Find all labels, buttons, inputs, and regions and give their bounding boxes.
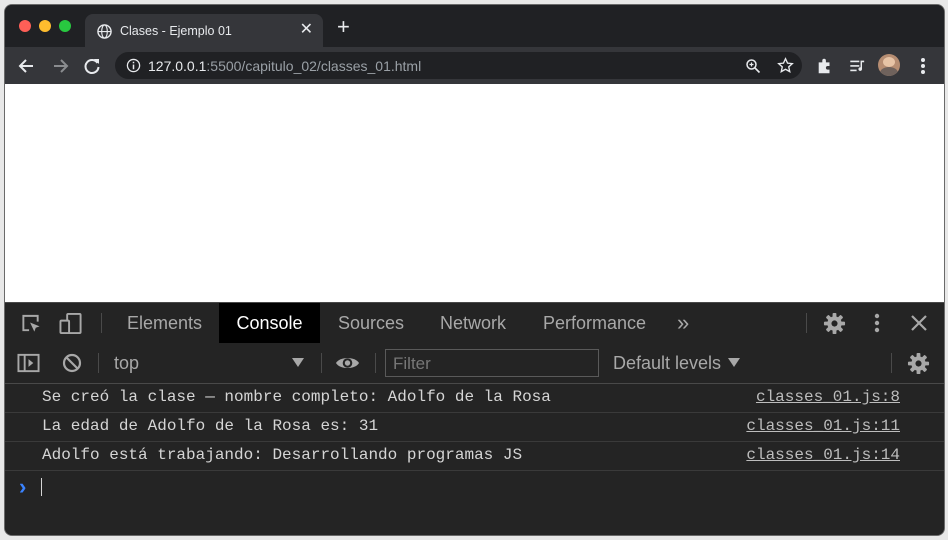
context-dropdown-icon: [292, 358, 304, 367]
bookmark-star-icon[interactable]: [777, 57, 794, 74]
console-toolbar: top Filter Default levels: [5, 343, 944, 384]
text-cursor: [41, 478, 42, 496]
console-settings-gear-icon[interactable]: [907, 352, 930, 375]
page-viewport: [5, 84, 944, 302]
inspect-element-icon[interactable]: [20, 313, 42, 334]
url-text: 127.0.0.1:5500/capitulo_02/classes_01.ht…: [148, 58, 421, 74]
close-window-button[interactable]: [19, 20, 31, 32]
url-host: 127.0.0.1: [148, 58, 207, 74]
new-tab-button[interactable]: +: [337, 16, 350, 38]
console-message-row: Se creó la clase — nombre completo: Adol…: [5, 384, 944, 413]
title-bar: Clases - Ejemplo 01 ✕ +: [5, 5, 944, 48]
kebab-menu-icon[interactable]: [920, 57, 926, 75]
tab-console[interactable]: Console: [219, 303, 320, 343]
devtools-menu-icon[interactable]: [874, 313, 880, 333]
levels-dropdown-icon: [728, 358, 740, 367]
device-toolbar-icon[interactable]: [59, 312, 83, 335]
context-label: top: [114, 353, 140, 373]
console-message-text: Se creó la clase — nombre completo: Adol…: [42, 388, 551, 406]
console-message-text: Adolfo está trabajando: Desarrollando pr…: [42, 446, 523, 464]
clear-console-icon[interactable]: [62, 353, 82, 373]
console-message-row: La edad de Adolfo de la Rosa es: 31 clas…: [5, 413, 944, 442]
console-message-text: La edad de Adolfo de la Rosa es: 31: [42, 417, 379, 435]
source-link[interactable]: classes_01.js:14: [746, 446, 900, 464]
context-selector[interactable]: top: [109, 343, 313, 383]
toolbar-divider: [891, 353, 892, 373]
zoom-icon[interactable]: [745, 58, 761, 74]
close-tab-icon[interactable]: ✕: [300, 21, 313, 39]
source-link[interactable]: classes_01.js:8: [756, 388, 900, 406]
globe-icon: [97, 24, 112, 39]
close-devtools-icon[interactable]: [910, 314, 928, 332]
show-sidebar-icon[interactable]: [17, 353, 40, 373]
more-tabs-icon[interactable]: »: [677, 303, 689, 343]
settings-gear-icon[interactable]: [823, 312, 846, 335]
devtools-tab-bar: Elements Console Sources Network Perform…: [5, 302, 944, 344]
log-levels-label: Default levels: [613, 353, 722, 373]
log-levels-dropdown[interactable]: Default levels: [608, 343, 748, 383]
prompt-chevron-icon: ›: [19, 474, 27, 499]
console-message-row: Adolfo está trabajando: Desarrollando pr…: [5, 442, 944, 471]
browser-toolbar: 127.0.0.1:5500/capitulo_02/classes_01.ht…: [5, 47, 944, 84]
tab-sources[interactable]: Sources: [338, 303, 404, 343]
profile-avatar[interactable]: [878, 54, 900, 76]
tab-network[interactable]: Network: [440, 303, 506, 343]
extensions-puzzle-icon[interactable]: [816, 57, 834, 75]
source-link[interactable]: classes_01.js:11: [746, 417, 900, 435]
console-output: Se creó la clase — nombre completo: Adol…: [5, 384, 944, 535]
browser-window: Clases - Ejemplo 01 ✕ + 127.0.0.1:5500/c…: [5, 5, 944, 535]
toolbar-divider: [375, 353, 376, 373]
tab-elements[interactable]: Elements: [127, 303, 202, 343]
forward-arrow-icon[interactable]: [50, 56, 70, 76]
reload-icon[interactable]: [82, 56, 102, 76]
tab-performance[interactable]: Performance: [543, 303, 646, 343]
tab-title: Clases - Ejemplo 01: [120, 24, 232, 38]
live-expression-eye-icon[interactable]: [335, 354, 360, 372]
media-queue-icon[interactable]: [848, 57, 867, 75]
toolbar-divider: [101, 313, 102, 333]
toolbar-divider: [98, 353, 99, 373]
minimize-window-button[interactable]: [39, 20, 51, 32]
toolbar-divider: [321, 353, 322, 373]
info-icon[interactable]: [126, 58, 141, 73]
filter-placeholder: Filter: [393, 354, 431, 373]
filter-input[interactable]: Filter: [385, 349, 599, 377]
url-path: :5500/capitulo_02/classes_01.html: [206, 58, 422, 74]
browser-tab[interactable]: Clases - Ejemplo 01 ✕: [85, 14, 323, 48]
zoom-window-button[interactable]: [59, 20, 71, 32]
back-arrow-icon[interactable]: [17, 56, 37, 76]
address-bar[interactable]: 127.0.0.1:5500/capitulo_02/classes_01.ht…: [115, 52, 802, 79]
toolbar-divider: [806, 313, 807, 333]
console-prompt[interactable]: ›: [5, 472, 944, 502]
